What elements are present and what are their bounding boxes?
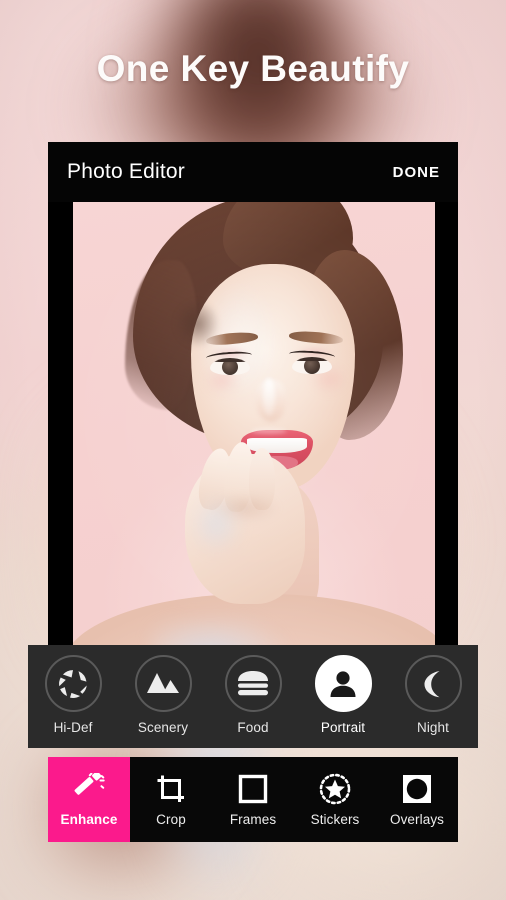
tab-enhance-icon-wrap (71, 772, 107, 806)
filter-hi-def[interactable]: Hi-Def (31, 655, 115, 735)
tab-frames[interactable]: Frames (212, 757, 294, 842)
tab-crop-icon-wrap (153, 772, 189, 806)
aperture-icon (59, 669, 87, 698)
tab-enhance[interactable]: Enhance (48, 757, 130, 842)
photo-canvas (48, 202, 458, 705)
page-headline: One Key Beautify (96, 48, 410, 89)
app-bar-title: Photo Editor (67, 160, 185, 183)
tab-crop[interactable]: Crop (130, 757, 212, 842)
circle-overlay-icon (403, 775, 431, 803)
filter-food[interactable]: Food (211, 655, 295, 735)
star-sticker-icon (319, 773, 351, 805)
tab-overlays-label: Overlays (389, 812, 445, 827)
tab-overlays[interactable]: Overlays (376, 757, 458, 842)
filter-night-circle (404, 655, 462, 712)
magic-wand-icon (74, 773, 105, 795)
crop-icon (157, 775, 184, 802)
tab-enhance-label: Enhance (60, 812, 118, 827)
editor-app-bar: Photo Editor DONE (48, 142, 458, 202)
done-button[interactable]: DONE (393, 164, 440, 181)
filter-scenery[interactable]: Scenery (121, 655, 205, 735)
photo-soft-glow (73, 202, 435, 705)
filter-food-circle (224, 655, 282, 712)
filter-scenery-circle (134, 655, 192, 712)
tab-overlays-icon-wrap (399, 772, 435, 806)
photo-editor-mockup: Photo Editor DONE Hi-Def Scenery Food Po… (28, 142, 478, 842)
tab-frames-label: Frames (229, 812, 277, 827)
filter-strip: Hi-Def Scenery Food Portrait Night (28, 645, 478, 748)
filter-night-label: Night (416, 720, 449, 735)
tab-stickers-label: Stickers (310, 812, 360, 827)
burger-icon (238, 670, 268, 695)
filter-scenery-label: Scenery (137, 720, 189, 735)
tab-frames-icon-wrap (235, 772, 271, 806)
tab-stickers[interactable]: Stickers (294, 757, 376, 842)
filter-night[interactable]: Night (391, 655, 475, 735)
filter-hi-def-label: Hi-Def (53, 720, 93, 735)
tab-stickers-icon-wrap (317, 772, 353, 806)
square-frame-icon (238, 774, 268, 804)
edited-photo[interactable] (73, 202, 435, 705)
filter-portrait[interactable]: Portrait (301, 655, 385, 735)
person-icon (330, 670, 356, 697)
filter-hi-def-circle (44, 655, 102, 712)
filter-portrait-label: Portrait (320, 720, 366, 735)
tool-tab-bar: Enhance Crop Frames Stickers Overlays (48, 757, 458, 842)
mountains-icon (147, 672, 179, 693)
filter-portrait-circle (314, 655, 372, 712)
filter-food-label: Food (237, 720, 269, 735)
moon-icon (424, 670, 440, 697)
tab-crop-label: Crop (156, 812, 186, 827)
